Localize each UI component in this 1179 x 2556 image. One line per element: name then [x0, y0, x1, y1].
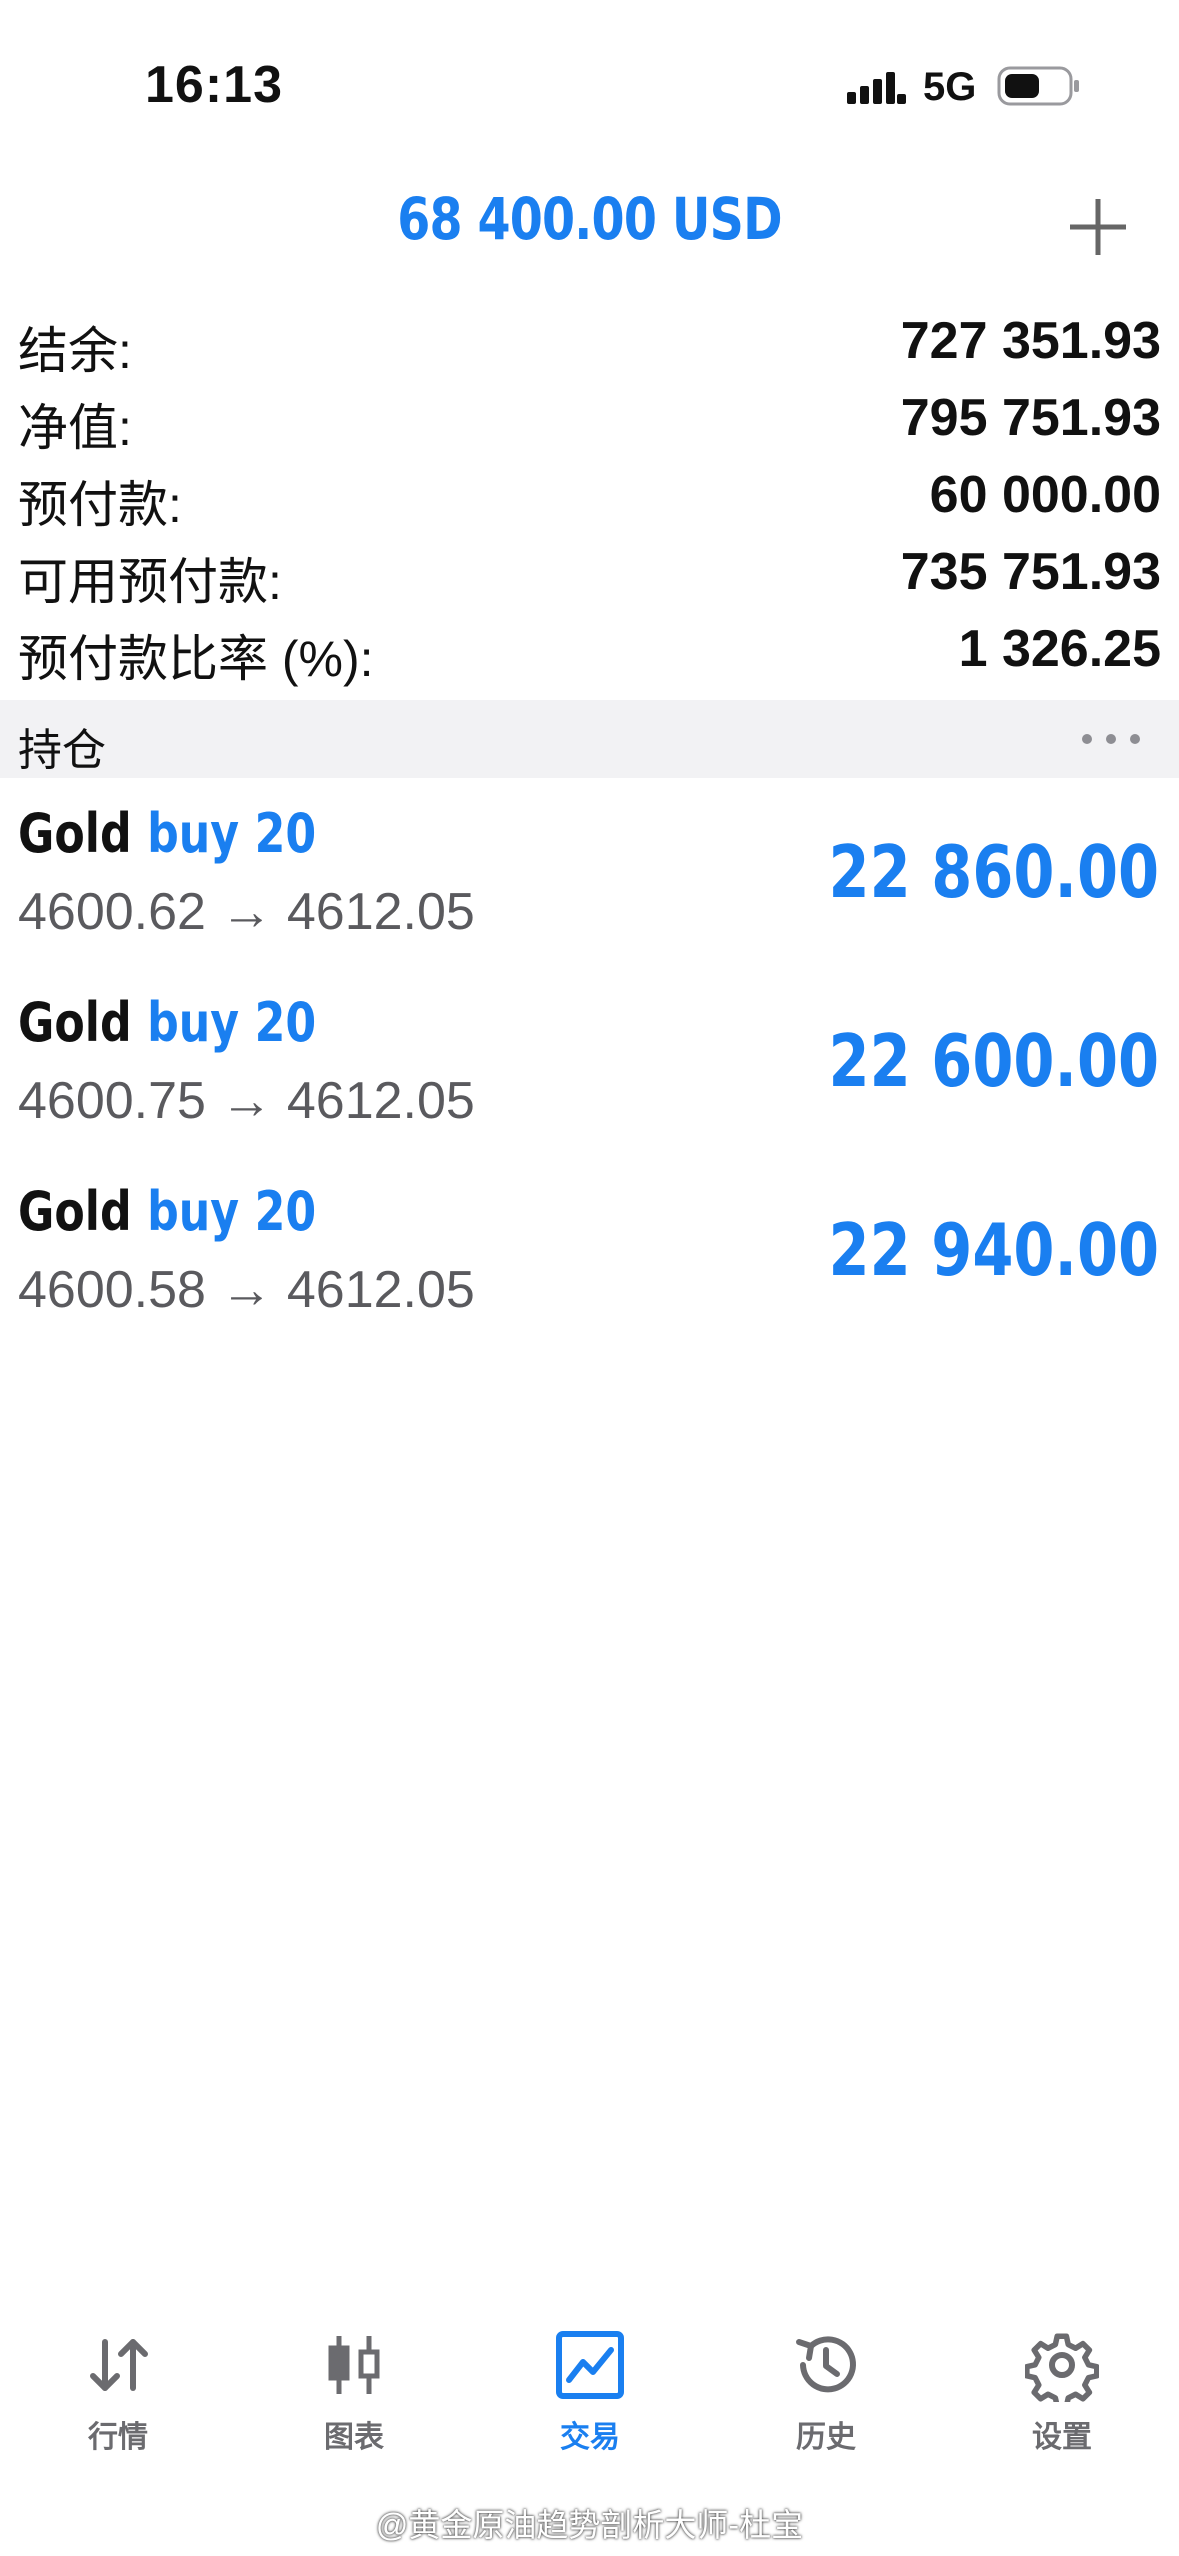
summary-label: 净值: — [18, 400, 132, 456]
summary-row-equity: 净值: 795 751.93 — [0, 382, 1179, 459]
history-clock-icon — [796, 2336, 856, 2393]
open-price: 4600.62 — [18, 883, 206, 941]
network-label: 5G — [923, 65, 977, 109]
tab-settings[interactable]: 设置 — [944, 2310, 1179, 2460]
position-symbol: Gold — [18, 991, 132, 1054]
tab-quotes[interactable]: 行情 — [0, 2310, 236, 2460]
current-price: 4612.05 — [286, 1261, 475, 1319]
watermark: @黄金原油趋势剖析大师-杜宝 — [0, 2500, 1179, 2550]
current-price: 4612.05 — [286, 883, 475, 941]
position-title: Gold buy 20 — [18, 1180, 316, 1243]
tab-label: 设置 — [1032, 2421, 1092, 2454]
summary-value: 735 751.93 — [900, 543, 1161, 601]
positions-section-header: 持仓 — [0, 700, 1179, 778]
tab-label: 交易 — [560, 2421, 620, 2454]
position-symbol: Gold — [18, 802, 132, 865]
quotes-arrows-icon — [90, 2339, 148, 2391]
summary-row-free-margin: 可用预付款: 735 751.93 — [0, 536, 1179, 613]
signal-icon — [847, 72, 906, 104]
more-options-button[interactable] — [1079, 722, 1143, 756]
positions-list: Gold buy 20 4600.62 → 4612.05 22 860.00 … — [0, 790, 1179, 1357]
position-title: Gold buy 20 — [18, 802, 316, 865]
open-price: 4600.58 — [18, 1261, 206, 1319]
summary-value: 795 751.93 — [900, 389, 1161, 447]
summary-label: 预付款: — [18, 477, 182, 533]
position-row[interactable]: Gold buy 20 4600.75 → 4612.05 22 600.00 — [0, 979, 1179, 1168]
add-order-button[interactable] — [1066, 195, 1130, 259]
settings-gear-icon — [1025, 2333, 1099, 2402]
tab-label: 行情 — [88, 2421, 148, 2454]
position-type: buy 20 — [147, 1180, 317, 1243]
summary-value: 727 351.93 — [900, 312, 1161, 370]
tab-chart[interactable]: 图表 — [236, 2310, 472, 2460]
summary-row-balance: 结余: 727 351.93 — [0, 305, 1179, 382]
header-title: 68 400.00 USD — [397, 185, 782, 253]
tab-trade[interactable]: 交易 — [472, 2310, 708, 2460]
price-arrow: → — [220, 1261, 273, 1319]
position-row[interactable]: Gold buy 20 4600.58 → 4612.05 22 940.00 — [0, 1168, 1179, 1357]
tab-label: 历史 — [796, 2421, 856, 2454]
account-summary: 结余: 727 351.93 净值: 795 751.93 预付款: 60 00… — [0, 305, 1179, 690]
summary-value: 60 000.00 — [929, 466, 1161, 524]
tab-bar: 行情 图表 交易 历史 设置 — [0, 2310, 1179, 2460]
balance-header: 68 400.00 USD — [0, 185, 1179, 265]
summary-row-margin-level: 预付款比率 (%): 1 326.25 — [0, 613, 1179, 690]
status-time: 16:13 — [145, 56, 283, 114]
summary-label: 可用预付款: — [18, 554, 282, 610]
price-arrow: → — [220, 883, 273, 941]
position-profit: 22 600.00 — [828, 1019, 1159, 1103]
position-type: buy 20 — [147, 802, 317, 865]
position-prices: 4600.62 → 4612.05 — [18, 882, 475, 942]
position-prices: 4600.58 → 4612.05 — [18, 1260, 475, 1320]
position-profit: 22 940.00 — [828, 1208, 1159, 1292]
position-row[interactable]: Gold buy 20 4600.62 → 4612.05 22 860.00 — [0, 790, 1179, 979]
battery-icon — [997, 66, 1079, 106]
summary-row-margin: 预付款: 60 000.00 — [0, 459, 1179, 536]
watermark-text: @黄金原油趋势剖析大师-杜宝 — [375, 2507, 804, 2543]
status-bar: 16:13 5G — [0, 0, 1179, 150]
summary-label: 结余: — [18, 323, 132, 379]
open-price: 4600.75 — [18, 1072, 206, 1130]
candlestick-chart-icon — [328, 2336, 380, 2394]
tab-label: 图表 — [324, 2421, 384, 2454]
summary-value: 1 326.25 — [958, 620, 1161, 678]
position-profit: 22 860.00 — [828, 830, 1159, 914]
tab-history[interactable]: 历史 — [708, 2310, 944, 2460]
section-title: 持仓 — [18, 726, 106, 775]
more-dots-icon — [1082, 734, 1140, 744]
current-price: 4612.05 — [286, 1072, 475, 1130]
position-symbol: Gold — [18, 1180, 132, 1243]
summary-label: 预付款比率 (%): — [18, 631, 374, 687]
position-title: Gold buy 20 — [18, 991, 316, 1054]
position-prices: 4600.75 → 4612.05 — [18, 1071, 475, 1131]
price-arrow: → — [220, 1072, 273, 1130]
plus-icon — [1070, 199, 1126, 255]
position-type: buy 20 — [147, 991, 317, 1054]
trade-chart-icon — [556, 2331, 624, 2399]
